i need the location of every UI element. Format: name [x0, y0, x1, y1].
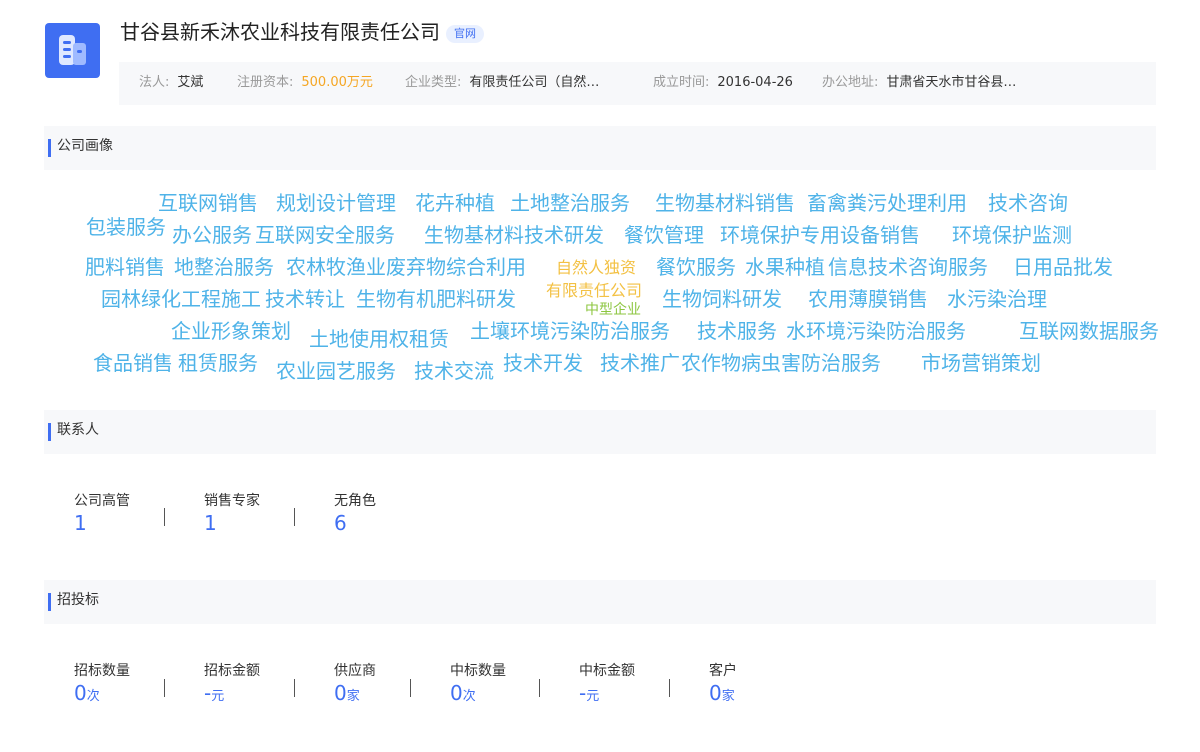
tag: 日用品批发 — [1013, 255, 1113, 279]
tag: 市场营销策划 — [921, 351, 1041, 375]
bidding-section-title: 招投标 — [57, 592, 99, 608]
tag: 包装服务 — [86, 215, 166, 239]
tag: 技术开发 — [503, 351, 583, 375]
bidding-section-header: 招投标 — [44, 580, 1156, 624]
tag: 土壤环境污染防治服务 — [470, 319, 670, 343]
stat-won-count[interactable]: 中标数量 0次 — [450, 662, 506, 706]
section-accent-bar — [48, 423, 51, 441]
tag: 畜禽粪污处理利用 — [807, 191, 967, 215]
tag: 办公服务 — [172, 223, 252, 247]
section-accent-bar — [48, 593, 51, 611]
stat-divider — [294, 508, 295, 526]
tag: 水环境污染防治服务 — [786, 319, 966, 343]
tag: 水果种植 — [745, 255, 825, 279]
stat-won-amount[interactable]: 中标金额 -元 — [579, 662, 635, 706]
tag: 租赁服务 — [178, 351, 258, 375]
tag: 地整治服务 — [174, 255, 274, 279]
tag: 土地整治服务 — [510, 191, 630, 215]
tag: 环境保护监测 — [952, 223, 1072, 247]
tag: 技术交流 — [414, 359, 494, 383]
tag: 互联网安全服务 — [255, 223, 395, 247]
tag: 信息技术咨询服务 — [828, 255, 988, 279]
tag: 技术推广 — [600, 351, 680, 375]
tag: 互联网数据服务 — [1019, 319, 1159, 343]
stat-divider — [164, 508, 165, 526]
tag: 土地使用权租赁 — [309, 327, 449, 351]
tag: 农作物病虫害防治服务 — [681, 351, 881, 375]
stat-divider — [410, 679, 411, 697]
stat-divider — [669, 679, 670, 697]
tag: 互联网销售 — [158, 191, 258, 215]
tag: 花卉种植 — [415, 191, 495, 215]
tag: 规划设计管理 — [276, 191, 396, 215]
tag: 园林绿化工程施工 — [101, 287, 261, 311]
tag: 生物有机肥料研发 — [356, 287, 516, 311]
tag: 农业园艺服务 — [276, 359, 396, 383]
tag: 食品销售 — [93, 351, 173, 375]
contacts-section-header: 联系人 — [44, 410, 1156, 454]
tag: 生物基材料技术研发 — [424, 223, 604, 247]
tag-cloud: 互联网销售 规划设计管理 花卉种植 土地整治服务 生物基材料销售 畜禽粪污处理利… — [0, 0, 1200, 400]
tag: 技术转让 — [265, 287, 345, 311]
tag: 餐饮服务 — [656, 255, 736, 279]
stat-sales-experts[interactable]: 销售专家 1 — [204, 492, 260, 536]
stat-divider — [164, 679, 165, 697]
stat-tender-count[interactable]: 招标数量 0次 — [74, 662, 130, 706]
tag: 生物基材料销售 — [655, 191, 795, 215]
tag: 自然人独资 — [556, 258, 637, 277]
tag: 农林牧渔业废弃物综合利用 — [286, 255, 526, 279]
tag: 农用薄膜销售 — [808, 287, 928, 311]
tag: 餐饮管理 — [624, 223, 704, 247]
stat-divider — [539, 679, 540, 697]
stat-tender-amount[interactable]: 招标金额 -元 — [204, 662, 260, 706]
stat-divider — [294, 679, 295, 697]
stat-customers[interactable]: 客户 0家 — [709, 662, 737, 706]
tag: 中型企业 — [585, 302, 641, 318]
tag: 有限责任公司 — [546, 281, 643, 300]
stat-suppliers[interactable]: 供应商 0家 — [334, 662, 376, 706]
stat-executives[interactable]: 公司高管 1 — [74, 492, 130, 536]
stat-no-role[interactable]: 无角色 6 — [334, 492, 376, 536]
tag: 肥料销售 — [85, 255, 165, 279]
tag: 生物饲料研发 — [662, 287, 782, 311]
tag: 环境保护专用设备销售 — [720, 223, 920, 247]
tag: 水污染治理 — [947, 287, 1047, 311]
tag: 技术服务 — [697, 319, 777, 343]
tag: 技术咨询 — [988, 191, 1068, 215]
tag: 企业形象策划 — [171, 319, 291, 343]
contacts-section-title: 联系人 — [57, 422, 99, 438]
